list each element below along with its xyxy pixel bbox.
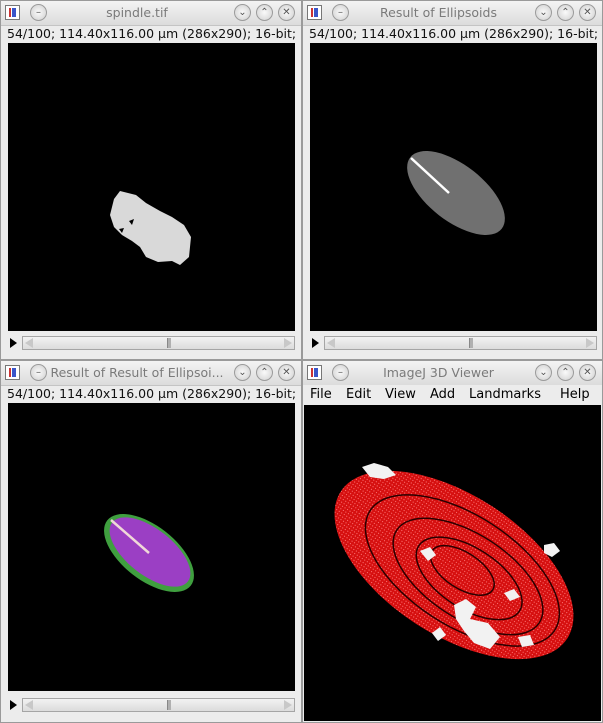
slice-slider[interactable] — [310, 334, 597, 352]
menu-help[interactable]: Help — [560, 387, 590, 402]
window-title: spindle.tif — [106, 5, 168, 20]
maximize-icon[interactable]: ⌃ — [557, 364, 574, 381]
close-icon[interactable]: ✕ — [278, 364, 295, 381]
minimize-icon[interactable]: ⌄ — [535, 364, 552, 381]
window-title: Result of Ellipsoids — [380, 5, 497, 20]
menu-landmarks[interactable]: Landmarks — [469, 387, 541, 402]
spindle-window[interactable]: – spindle.tif ⌄ ⌃ ✕ 54/100; 114.40x116.0… — [0, 0, 302, 360]
close-icon[interactable]: ✕ — [579, 364, 596, 381]
slider-left-arrow[interactable] — [25, 700, 33, 710]
close-icon[interactable]: ✕ — [278, 4, 295, 21]
minimize-icon[interactable]: ⌄ — [234, 4, 251, 21]
minimize-icon[interactable]: ⌄ — [234, 364, 251, 381]
title-bar[interactable]: – Result of Result of Ellipsoi... ⌄ ⌃ ✕ — [1, 361, 301, 386]
menu-file[interactable]: File — [310, 387, 332, 402]
title-bar[interactable]: – Result of Ellipsoids ⌄ ⌃ ✕ — [303, 1, 602, 26]
image-info: 54/100; 114.40x116.00 µm (286x290); 16-b… — [309, 26, 603, 41]
rendered-surface — [334, 470, 574, 660]
slider-track[interactable] — [324, 336, 597, 350]
slider-right-arrow[interactable] — [284, 338, 292, 348]
title-bar[interactable]: – ImageJ 3D Viewer ⌄ ⌃ ✕ — [303, 361, 602, 386]
3d-viewport[interactable] — [304, 405, 601, 721]
image-info: 54/100; 114.40x116.00 µm (286x290); 16-b… — [7, 26, 302, 41]
title-bar[interactable]: – spindle.tif ⌄ ⌃ ✕ — [1, 1, 301, 26]
window-title: Result of Result of Ellipsoi... — [50, 365, 224, 380]
slider-left-arrow[interactable] — [25, 338, 33, 348]
slider-track[interactable] — [22, 698, 295, 712]
result-result-window[interactable]: – Result of Result of Ellipsoi... ⌄ ⌃ ✕ … — [0, 360, 302, 723]
menu-view[interactable]: View — [385, 387, 416, 402]
minimize-icon[interactable]: ⌄ — [535, 4, 552, 21]
viewer-3d-window[interactable]: – ImageJ 3D Viewer ⌄ ⌃ ✕ File Edit View … — [302, 360, 603, 723]
image-canvas[interactable] — [8, 43, 295, 331]
maximize-icon[interactable]: ⌃ — [256, 4, 273, 21]
imagej-icon[interactable] — [307, 5, 322, 20]
play-icon[interactable] — [312, 338, 319, 348]
slider-thumb[interactable] — [166, 700, 171, 710]
menu-bar: File Edit View Add Landmarks Help — [303, 385, 602, 405]
imagej-icon[interactable] — [5, 365, 20, 380]
slider-right-arrow[interactable] — [284, 700, 292, 710]
imagej-icon[interactable] — [307, 365, 322, 380]
image-canvas[interactable] — [310, 43, 597, 331]
maximize-icon[interactable]: ⌃ — [557, 4, 574, 21]
fitted-ellipsoid — [407, 151, 505, 235]
image-info: 54/100; 114.40x116.00 µm (286x290); 16-b… — [7, 386, 302, 401]
imagej-icon[interactable] — [5, 5, 20, 20]
menu-edit[interactable]: Edit — [346, 387, 371, 402]
image-canvas[interactable] — [8, 403, 295, 691]
spindle-mask — [110, 191, 191, 265]
close-icon[interactable]: ✕ — [579, 4, 596, 21]
maximize-icon[interactable]: ⌃ — [256, 364, 273, 381]
menu-add[interactable]: Add — [430, 387, 455, 402]
play-icon[interactable] — [10, 700, 17, 710]
ellipsoids-window[interactable]: – Result of Ellipsoids ⌄ ⌃ ✕ 54/100; 114… — [302, 0, 603, 360]
slice-slider[interactable] — [8, 334, 295, 352]
window-title: ImageJ 3D Viewer — [383, 365, 494, 380]
slider-thumb[interactable] — [468, 338, 473, 348]
slider-thumb[interactable] — [166, 338, 171, 348]
slider-right-arrow[interactable] — [586, 338, 594, 348]
slider-track[interactable] — [22, 336, 295, 350]
slider-left-arrow[interactable] — [327, 338, 335, 348]
play-icon[interactable] — [10, 338, 17, 348]
slice-slider[interactable] — [8, 696, 295, 714]
